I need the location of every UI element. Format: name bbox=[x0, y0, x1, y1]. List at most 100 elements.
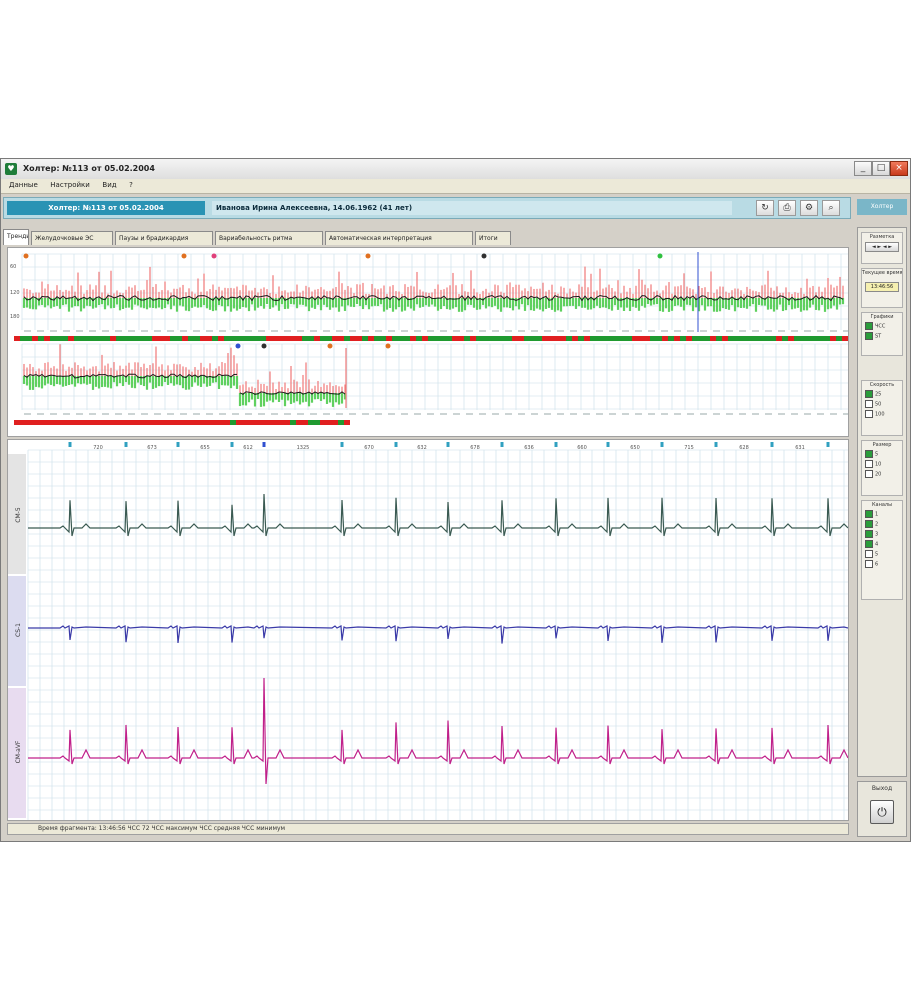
trend-row1-status-cell bbox=[842, 336, 848, 341]
trend-row1-status-cell bbox=[668, 336, 674, 341]
beat-marker bbox=[124, 442, 128, 447]
channel-2-toggle[interactable]: 2 bbox=[865, 520, 899, 528]
print-icon[interactable]: ⎙ bbox=[778, 200, 796, 216]
rr-interval-label: 612 bbox=[243, 445, 253, 451]
rr-interval-label: 636 bbox=[524, 445, 534, 451]
trend-row1-status-cell bbox=[596, 336, 602, 341]
trend-row1-status-cell bbox=[440, 336, 446, 341]
size-20-radio[interactable]: 20 bbox=[865, 470, 899, 478]
trend-event-marker bbox=[481, 253, 487, 259]
tab-interpretation[interactable]: Автоматическая интерпретация bbox=[325, 231, 473, 245]
rr-interval-label: 660 bbox=[577, 445, 587, 451]
trend-row1-status-cell bbox=[14, 336, 20, 341]
beat-marker bbox=[176, 442, 180, 447]
trend-row1-status-cell bbox=[314, 336, 320, 341]
trend-row1-status-cell bbox=[86, 336, 92, 341]
trend-row2-status-cell bbox=[290, 420, 296, 425]
channel-5-toggle[interactable]: 5 bbox=[865, 550, 899, 558]
exit-label: Выход bbox=[871, 785, 893, 792]
trend-row2-status-cell bbox=[338, 420, 344, 425]
size-5-radio[interactable]: 5 bbox=[865, 450, 899, 458]
settings-icon[interactable]: ⚙ bbox=[800, 200, 818, 216]
ecg-trace-cs1 bbox=[28, 625, 849, 644]
beat-marker bbox=[714, 442, 718, 447]
trend-row2-status-cell bbox=[332, 420, 338, 425]
trend-row2-status-cell bbox=[68, 420, 74, 425]
ecg-panel[interactable]: CM-5 CS-1 CM-aVF 720 673 655 612 1325 670 632 678 6… bbox=[7, 439, 849, 821]
trend-row2-status-cell bbox=[92, 420, 98, 425]
trend-row1-status-cell bbox=[206, 336, 212, 341]
markup-nav-buttons[interactable]: ◄ ► ◄ ► bbox=[865, 242, 899, 252]
beat-marker bbox=[826, 442, 830, 447]
trend-panel[interactable]: 60 120 180 bbox=[7, 247, 850, 437]
menu-item-data[interactable]: Данные bbox=[7, 181, 40, 189]
trend-row2-status-cell bbox=[266, 420, 272, 425]
trend-row2-status-cell bbox=[104, 420, 110, 425]
trend-row1-status-cell bbox=[800, 336, 806, 341]
channel-1-toggle[interactable]: 1 bbox=[865, 510, 899, 518]
trend-row1-status-cell bbox=[164, 336, 170, 341]
graph-st-toggle[interactable]: ST bbox=[865, 332, 899, 340]
trend-row1-status-cell bbox=[218, 336, 224, 341]
trend-row1-status-cell bbox=[608, 336, 614, 341]
menu-bar: Данные Настройки Вид ? bbox=[1, 179, 910, 194]
speed-50-radio[interactable]: 50 bbox=[865, 400, 899, 408]
menu-item-settings[interactable]: Настройки bbox=[48, 181, 92, 189]
trend-row1-status-cell bbox=[686, 336, 692, 341]
trend-chart[interactable]: 60 120 180 bbox=[8, 248, 850, 436]
trend-row1-status-cell bbox=[548, 336, 554, 341]
maximize-button[interactable]: □ bbox=[872, 161, 890, 176]
speed-25-radio[interactable]: 25 bbox=[865, 390, 899, 398]
channels-group: Каналы 1 2 3 4 5 6 bbox=[861, 500, 903, 600]
trend-row1-status-cell bbox=[158, 336, 164, 341]
close-button[interactable]: × bbox=[890, 161, 908, 176]
trend-row1-status-cell bbox=[614, 336, 620, 341]
trend-row1-status-cell bbox=[362, 336, 368, 341]
trend-row2-status-cell bbox=[14, 420, 20, 425]
trend-row1-status-cell bbox=[134, 336, 140, 341]
trend-row2-status-cell bbox=[326, 420, 332, 425]
channel-3-toggle[interactable]: 3 bbox=[865, 530, 899, 538]
trend-row1-status-cell bbox=[536, 336, 542, 341]
minimize-button[interactable]: _ bbox=[854, 161, 872, 176]
tab-ventricular[interactable]: Желудочковые ЭС bbox=[31, 231, 113, 245]
rr-interval-label: 670 bbox=[364, 445, 374, 451]
trend-axis-label: 180 bbox=[10, 314, 20, 320]
trend-row1-status-cell bbox=[716, 336, 722, 341]
menu-item-help[interactable]: ? bbox=[127, 181, 135, 189]
trend-event-marker bbox=[211, 253, 217, 259]
menu-item-view[interactable]: Вид bbox=[100, 181, 118, 189]
trend-row1-status-cell bbox=[824, 336, 830, 341]
tab-trends[interactable]: Тренды bbox=[3, 229, 29, 245]
trend-row1-status-cell bbox=[62, 336, 68, 341]
size-10-radio[interactable]: 10 bbox=[865, 460, 899, 468]
speed-100-radio[interactable]: 100 bbox=[865, 410, 899, 418]
tab-pauses[interactable]: Паузы и брадикардия bbox=[115, 231, 213, 245]
channel-label: CS-1 bbox=[15, 623, 22, 637]
beat-marker bbox=[660, 442, 664, 447]
graph-hr-toggle[interactable]: ЧСС bbox=[865, 322, 899, 330]
ecg-chart[interactable]: CM-5 CS-1 CM-aVF 720 673 655 612 1325 670 632 678 6… bbox=[8, 440, 849, 820]
exit-button[interactable]: ⏻ bbox=[870, 800, 894, 824]
window-title: Холтер: №113 от 05.02.2004 bbox=[23, 164, 155, 173]
tab-summary[interactable]: Итоги bbox=[475, 231, 511, 245]
rr-interval-label: 631 bbox=[795, 445, 805, 451]
rr-interval-label: 650 bbox=[630, 445, 640, 451]
trend-row1-status-cell bbox=[224, 336, 230, 341]
channel-label: CM-aVF bbox=[15, 740, 22, 763]
time-value[interactable]: 13:46:56 bbox=[865, 282, 899, 292]
trend-row1-status-cell bbox=[458, 336, 464, 341]
channel-6-toggle[interactable]: 6 bbox=[865, 560, 899, 568]
refresh-icon[interactable]: ↻ bbox=[756, 200, 774, 216]
trend-row1-status-cell bbox=[470, 336, 476, 341]
zoom-icon[interactable]: ⌕ bbox=[822, 200, 840, 216]
trend-row2-status-cell bbox=[50, 420, 56, 425]
trend-row1-status-cell bbox=[20, 336, 26, 341]
trend-row1-status-cell bbox=[230, 336, 236, 341]
trend-row1-status-cell bbox=[374, 336, 380, 341]
trend-row1-status-cell bbox=[554, 336, 560, 341]
tab-variability[interactable]: Вариабельность ритма bbox=[215, 231, 323, 245]
trend-row2-status-cell bbox=[194, 420, 200, 425]
trend-row1-status-cell bbox=[722, 336, 728, 341]
channel-4-toggle[interactable]: 4 bbox=[865, 540, 899, 548]
